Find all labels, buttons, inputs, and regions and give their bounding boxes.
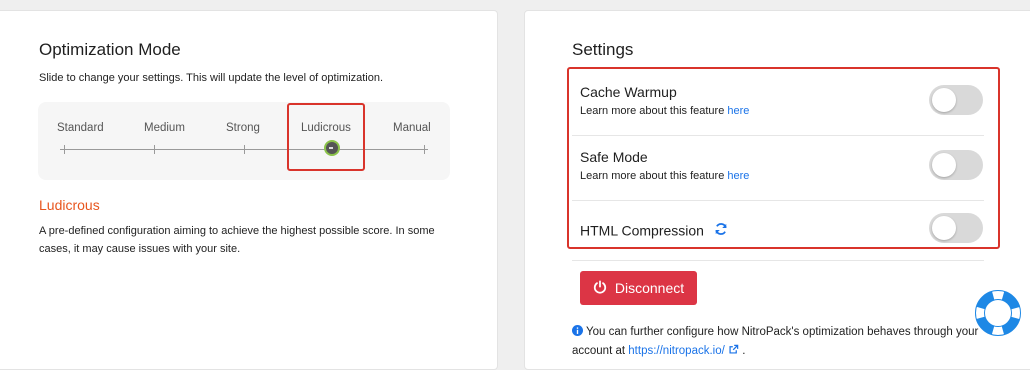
- level-manual[interactable]: Manual: [393, 122, 431, 134]
- highlight-box: [287, 103, 365, 171]
- external-link-icon[interactable]: [728, 344, 742, 357]
- highlight-box: [567, 67, 1000, 249]
- optimization-card: [0, 10, 498, 370]
- info-end: .: [742, 345, 746, 357]
- disconnect-button[interactable]: Disconnect: [580, 271, 697, 305]
- optimization-slider[interactable]: Standard Medium Strong Ludicrous Manual: [38, 102, 450, 180]
- level-strong[interactable]: Strong: [226, 122, 260, 134]
- level-medium[interactable]: Medium: [144, 122, 185, 134]
- settings-title: Settings: [572, 40, 634, 59]
- level-standard[interactable]: Standard: [57, 122, 104, 134]
- optimization-description: Slide to change your settings. This will…: [39, 72, 384, 84]
- slider-tick: [424, 145, 425, 154]
- info-note: You can further configure how NitroPack'…: [572, 323, 992, 361]
- nitropack-link[interactable]: https://nitropack.io/: [628, 345, 725, 357]
- slider-tick: [244, 145, 245, 154]
- divider: [572, 260, 984, 261]
- selected-mode-description: A pre-defined configuration aiming to ac…: [39, 225, 435, 255]
- slider-tick: [64, 145, 65, 154]
- disconnect-label: Disconnect: [614, 280, 685, 296]
- selected-mode-title: Ludicrous: [39, 197, 100, 213]
- slider-tick: [154, 145, 155, 154]
- info-icon: [572, 325, 586, 338]
- power-icon: [593, 279, 607, 297]
- optimization-title: Optimization Mode: [39, 40, 181, 59]
- lifebuoy-icon[interactable]: [975, 290, 1021, 336]
